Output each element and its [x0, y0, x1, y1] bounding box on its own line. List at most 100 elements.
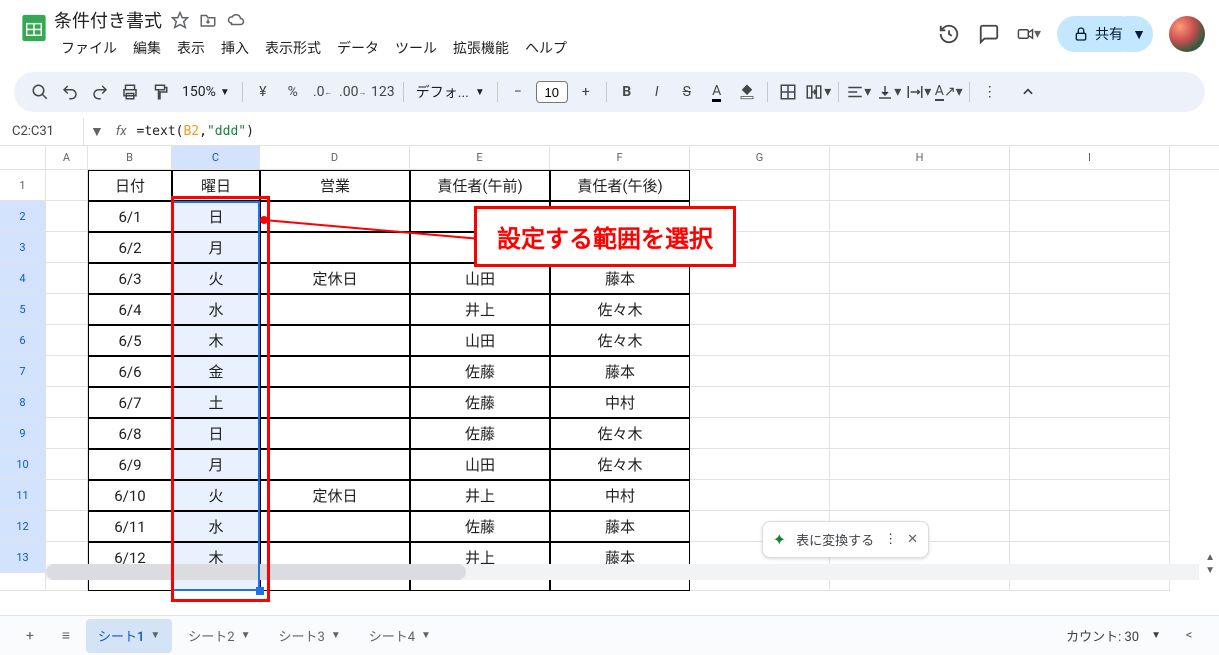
cell[interactable]: 山田 [410, 325, 550, 356]
cell[interactable] [1010, 511, 1170, 542]
chip-more-icon[interactable]: ⋮ [884, 532, 897, 547]
rotate-icon[interactable]: A↗▾ [935, 78, 963, 106]
cell[interactable] [46, 170, 88, 201]
cell[interactable] [1010, 387, 1170, 418]
name-box-dropdown-icon[interactable]: ▼ [90, 123, 104, 140]
cell[interactable]: 中村 [550, 387, 690, 418]
spreadsheet-grid[interactable]: A B C D E F G H I 12345678910111213 日付曜日… [0, 146, 1219, 626]
col-header-D[interactable]: D [260, 146, 410, 169]
cell[interactable] [690, 418, 830, 449]
cell[interactable] [830, 325, 1010, 356]
vertical-scroll-arrows[interactable]: ▲▼ [1205, 552, 1215, 576]
meet-icon[interactable]: ▾ [1017, 22, 1041, 46]
cell[interactable] [1010, 449, 1170, 480]
select-all-corner[interactable] [0, 146, 46, 169]
share-dropdown[interactable]: ▼ [1125, 16, 1153, 52]
cell[interactable] [1010, 294, 1170, 325]
cloud-icon[interactable] [226, 10, 246, 30]
increase-fontsize-icon[interactable]: + [572, 78, 600, 106]
cell[interactable] [1010, 170, 1170, 201]
row-header-8[interactable]: 8 [0, 387, 46, 418]
cell[interactable]: 日付 [88, 170, 172, 201]
cell[interactable]: 井上 [410, 480, 550, 511]
search-icon[interactable] [26, 78, 54, 106]
col-header-C[interactable]: C [172, 146, 260, 169]
cell[interactable] [830, 263, 1010, 294]
cell[interactable] [830, 387, 1010, 418]
zoom-dropdown[interactable]: 150%▼ [176, 84, 236, 100]
cell[interactable]: 佐藤 [410, 418, 550, 449]
cell[interactable]: 佐々木 [550, 418, 690, 449]
cell[interactable] [260, 511, 410, 542]
status-count[interactable]: カウント: 30 [1066, 626, 1139, 645]
text-color-icon[interactable]: A [703, 78, 731, 106]
cell[interactable] [830, 201, 1010, 232]
cell[interactable]: 火 [172, 480, 260, 511]
cell[interactable] [690, 170, 830, 201]
sheets-logo[interactable] [14, 8, 54, 48]
menu-format[interactable]: 表示形式 [258, 34, 328, 62]
font-size-input[interactable] [536, 81, 568, 103]
cell[interactable]: 6/1 [88, 201, 172, 232]
wrap-icon[interactable]: ▾ [905, 78, 933, 106]
cell[interactable] [46, 294, 88, 325]
cell[interactable] [46, 449, 88, 480]
history-icon[interactable] [937, 22, 961, 46]
cell[interactable]: 日 [172, 201, 260, 232]
cell[interactable]: 佐々木 [550, 325, 690, 356]
cell[interactable] [830, 418, 1010, 449]
menu-file[interactable]: ファイル [54, 34, 124, 62]
cell[interactable]: 曜日 [172, 170, 260, 201]
italic-icon[interactable]: I [643, 78, 671, 106]
menu-help[interactable]: ヘルプ [518, 34, 574, 62]
cell[interactable]: 山田 [410, 449, 550, 480]
cell[interactable] [260, 325, 410, 356]
row-header-1[interactable]: 1 [0, 170, 46, 201]
cell[interactable] [46, 325, 88, 356]
star-icon[interactable] [170, 10, 190, 30]
row-header-3[interactable]: 3 [0, 232, 46, 263]
cell[interactable] [690, 263, 830, 294]
row-header-11[interactable]: 11 [0, 480, 46, 511]
cell[interactable] [690, 294, 830, 325]
cell[interactable] [830, 480, 1010, 511]
halign-icon[interactable]: ▾ [845, 78, 873, 106]
increase-decimal-icon[interactable]: .00→ [339, 78, 367, 106]
col-header-H[interactable]: H [830, 146, 1010, 169]
menu-insert[interactable]: 挿入 [214, 34, 256, 62]
menu-tools[interactable]: ツール [388, 34, 444, 62]
name-box[interactable]: C2:C31 [8, 118, 84, 145]
decrease-decimal-icon[interactable]: .0← [309, 78, 337, 106]
cell[interactable] [1010, 480, 1170, 511]
cell[interactable]: 水 [172, 294, 260, 325]
selection-handle[interactable] [256, 587, 264, 595]
sheet-tab-3[interactable]: シート3▼ [267, 619, 353, 653]
currency-yen-icon[interactable]: ¥ [249, 78, 277, 106]
cell[interactable]: 山田 [410, 263, 550, 294]
print-icon[interactable] [116, 78, 144, 106]
cell[interactable]: 定休日 [260, 480, 410, 511]
cell[interactable]: 月 [172, 449, 260, 480]
cell[interactable]: 定休日 [260, 263, 410, 294]
cell[interactable]: 佐藤 [410, 511, 550, 542]
cell[interactable] [690, 480, 830, 511]
cell[interactable]: 責任者(午後) [550, 170, 690, 201]
row-header-14[interactable] [0, 573, 46, 591]
cell[interactable]: 6/2 [88, 232, 172, 263]
cell[interactable] [830, 170, 1010, 201]
convert-to-table-chip[interactable]: ✦ 表に変換する ⋮ ✕ [762, 521, 929, 558]
row-header-13[interactable]: 13 [0, 542, 46, 573]
merge-icon[interactable]: ▾ [804, 78, 832, 106]
row-header-2[interactable]: 2 [0, 201, 46, 232]
cell[interactable] [1010, 325, 1170, 356]
undo-icon[interactable] [56, 78, 84, 106]
valign-icon[interactable]: ▾ [875, 78, 903, 106]
cell[interactable]: 6/9 [88, 449, 172, 480]
cell[interactable] [46, 356, 88, 387]
more-formats-icon[interactable]: 123 [369, 78, 397, 106]
cell[interactable] [46, 480, 88, 511]
row-header-10[interactable]: 10 [0, 449, 46, 480]
col-header-A[interactable]: A [46, 146, 88, 169]
borders-icon[interactable] [774, 78, 802, 106]
cell[interactable]: 佐々木 [550, 449, 690, 480]
